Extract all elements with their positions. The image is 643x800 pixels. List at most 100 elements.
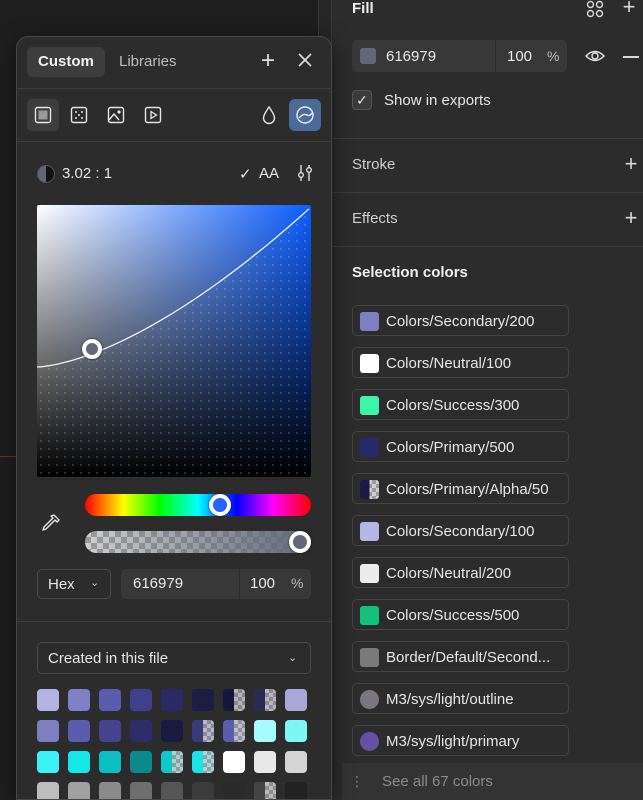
- solid-fill-icon: [34, 106, 52, 124]
- remove-fill-icon[interactable]: [623, 56, 639, 58]
- library-color-swatch[interactable]: [68, 782, 90, 799]
- selection-color-swatch[interactable]: [360, 690, 379, 709]
- opacity-slider-handle[interactable]: [289, 531, 311, 553]
- selection-color-item[interactable]: Colors/Neutral/100: [352, 347, 569, 378]
- add-effect-button[interactable]: +: [621, 207, 641, 229]
- selection-color-item[interactable]: Colors/Secondary/200: [352, 305, 569, 336]
- show-in-exports-checkbox[interactable]: ✓: [352, 90, 372, 110]
- library-color-swatch[interactable]: [254, 720, 276, 742]
- selection-color-item[interactable]: Colors/Success/300: [352, 389, 569, 420]
- hex-input[interactable]: 616979: [133, 575, 183, 592]
- library-color-swatch[interactable]: [161, 689, 183, 711]
- library-color-swatch[interactable]: [130, 689, 152, 711]
- hex-input-group[interactable]: 616979 100 %: [121, 569, 311, 599]
- library-color-swatch[interactable]: [223, 782, 245, 799]
- selection-color-swatch[interactable]: [360, 732, 379, 751]
- library-color-swatch[interactable]: [99, 689, 121, 711]
- blend-drop-button[interactable]: [253, 99, 285, 131]
- color-format-dropdown[interactable]: Hex ⌄: [37, 569, 111, 599]
- add-stroke-button[interactable]: +: [621, 153, 641, 175]
- library-source-dropdown[interactable]: Created in this file ⌄: [37, 642, 311, 674]
- selection-color-swatch[interactable]: [360, 312, 379, 331]
- library-color-swatch[interactable]: [223, 720, 245, 742]
- selection-color-swatch[interactable]: [360, 480, 379, 499]
- eye-icon[interactable]: [584, 47, 606, 65]
- selection-color-swatch[interactable]: [360, 438, 379, 457]
- library-color-swatch[interactable]: [99, 751, 121, 773]
- library-color-swatch[interactable]: [285, 782, 307, 799]
- library-color-swatch[interactable]: [161, 782, 183, 799]
- library-color-swatch[interactable]: [285, 720, 307, 742]
- library-color-swatch[interactable]: [161, 751, 183, 773]
- contrast-checker-button[interactable]: [289, 99, 321, 131]
- library-color-swatch[interactable]: [37, 689, 59, 711]
- tab-libraries[interactable]: Libraries: [108, 47, 188, 77]
- library-color-swatch[interactable]: [130, 751, 152, 773]
- solid-fill-button[interactable]: [27, 99, 59, 131]
- fill-section-title: Fill: [352, 0, 374, 17]
- selection-color-item[interactable]: M3/sys/light/primary: [352, 725, 569, 756]
- fill-percent-sign: %: [547, 48, 560, 64]
- selection-color-item[interactable]: Colors/Neutral/200: [352, 557, 569, 588]
- selection-color-item[interactable]: Colors/Success/500: [352, 599, 569, 630]
- selection-color-swatch[interactable]: [360, 396, 379, 415]
- fill-hex-value[interactable]: 616979: [386, 48, 436, 65]
- library-color-swatch[interactable]: [254, 782, 276, 799]
- hue-slider[interactable]: [85, 494, 311, 516]
- tab-custom[interactable]: Custom: [27, 47, 105, 77]
- selection-color-swatch[interactable]: [360, 354, 379, 373]
- library-color-swatch[interactable]: [223, 751, 245, 773]
- contrast-settings-icon[interactable]: [295, 163, 315, 183]
- library-color-swatch[interactable]: [192, 720, 214, 742]
- library-color-swatch[interactable]: [192, 782, 214, 799]
- hue-slider-handle[interactable]: [209, 494, 231, 516]
- library-color-swatch[interactable]: [130, 720, 152, 742]
- library-color-swatch[interactable]: [223, 689, 245, 711]
- selection-color-item[interactable]: Colors/Secondary/100: [352, 515, 569, 546]
- selection-color-swatch[interactable]: [360, 606, 379, 625]
- see-all-colors-button[interactable]: ⋮ See all 67 colors: [342, 763, 643, 800]
- noise-fill-button[interactable]: [63, 99, 95, 131]
- selection-color-item[interactable]: M3/sys/light/outline: [352, 683, 569, 714]
- library-color-swatch[interactable]: [130, 782, 152, 799]
- contrast-boundary-overlay: [37, 208, 310, 474]
- library-color-swatch[interactable]: [285, 751, 307, 773]
- add-style-icon[interactable]: +: [256, 49, 280, 74]
- selection-color-swatch[interactable]: [360, 648, 379, 667]
- library-color-swatch[interactable]: [68, 720, 90, 742]
- library-color-swatch[interactable]: [161, 720, 183, 742]
- close-icon[interactable]: [293, 51, 317, 75]
- library-color-swatch[interactable]: [254, 751, 276, 773]
- selection-color-item[interactable]: Border/Default/Second...: [352, 641, 569, 672]
- selection-color-item[interactable]: Colors/Primary/Alpha/50: [352, 473, 569, 504]
- library-color-swatch[interactable]: [68, 751, 90, 773]
- library-color-swatch[interactable]: [285, 689, 307, 711]
- opacity-percent-sign: %: [291, 575, 304, 591]
- library-color-swatch[interactable]: [37, 782, 59, 799]
- selection-color-swatch[interactable]: [360, 522, 379, 541]
- library-color-swatch[interactable]: [37, 720, 59, 742]
- opacity-input[interactable]: 100: [250, 575, 275, 592]
- library-color-swatch[interactable]: [99, 720, 121, 742]
- fill-opacity-value[interactable]: 100: [507, 48, 532, 65]
- library-color-swatch[interactable]: [37, 751, 59, 773]
- color-position-handle[interactable]: [82, 339, 102, 359]
- image-fill-button[interactable]: [100, 99, 132, 131]
- library-color-swatch[interactable]: [254, 689, 276, 711]
- library-color-swatch[interactable]: [192, 689, 214, 711]
- color-format-label: Hex: [48, 576, 75, 593]
- opacity-slider[interactable]: [85, 531, 311, 553]
- fill-swatch[interactable]: [360, 48, 376, 64]
- add-fill-button[interactable]: +: [619, 0, 639, 18]
- aa-level-label[interactable]: AA: [259, 165, 279, 182]
- library-color-swatch[interactable]: [99, 782, 121, 799]
- selection-color-item[interactable]: Colors/Primary/500: [352, 431, 569, 462]
- selection-color-swatch[interactable]: [360, 564, 379, 583]
- library-color-swatch[interactable]: [192, 751, 214, 773]
- saturation-value-area[interactable]: [37, 205, 311, 477]
- eyedropper-icon[interactable]: [39, 511, 63, 535]
- video-fill-button[interactable]: [137, 99, 169, 131]
- fill-row[interactable]: 616979 100 %: [352, 40, 567, 72]
- styles-grid-icon[interactable]: [586, 0, 604, 18]
- library-color-swatch[interactable]: [68, 689, 90, 711]
